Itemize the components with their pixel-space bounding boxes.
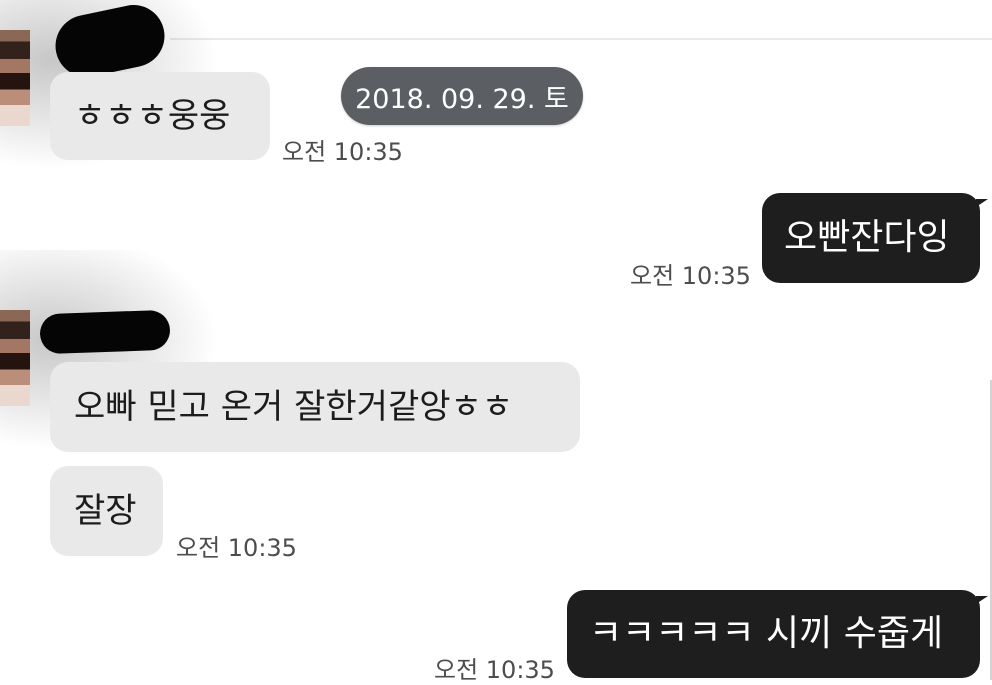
message-bubble-outgoing[interactable]: 오빤잔다잉 xyxy=(762,193,988,283)
message-text: 잘장 xyxy=(74,491,137,531)
message-text: ㅋㅋㅋㅋㅋ 시끼 수줍게 xyxy=(589,613,944,654)
avatar-image xyxy=(0,30,30,126)
message-bubble-outgoing[interactable]: ㅋㅋㅋㅋㅋ 시끼 수줍게 xyxy=(567,590,988,678)
message-text: 오빤잔다잉 xyxy=(784,217,950,258)
message-bubble-incoming[interactable]: 잘장 xyxy=(50,466,163,556)
avatar[interactable] xyxy=(0,250,220,450)
bubble-tail xyxy=(976,596,988,604)
message-time: 오전 10:35 xyxy=(176,534,297,562)
message-text: 오빠 믿고 온거 잘한거같앙ㅎㅎ xyxy=(74,387,514,427)
message-time: 오전 10:35 xyxy=(630,262,751,290)
avatar-image xyxy=(0,310,30,406)
header-divider xyxy=(170,38,992,40)
date-divider: 2018. 09. 29. 토 xyxy=(341,67,583,125)
message-text: ㅎㅎㅎ웅웅 xyxy=(74,96,231,136)
message-bubble-incoming[interactable]: 오빠 믿고 온거 잘한거같앙ㅎㅎ xyxy=(50,362,580,452)
bubble-tail xyxy=(976,199,988,207)
message-time: 오전 10:35 xyxy=(434,656,555,684)
date-text: 2018. 09. 29. 토 xyxy=(355,83,569,115)
message-bubble-incoming[interactable]: ㅎㅎㅎ웅웅 xyxy=(50,72,270,160)
avatar[interactable] xyxy=(0,0,220,170)
redacted-name xyxy=(39,309,171,355)
message-time: 오전 10:35 xyxy=(282,138,403,166)
